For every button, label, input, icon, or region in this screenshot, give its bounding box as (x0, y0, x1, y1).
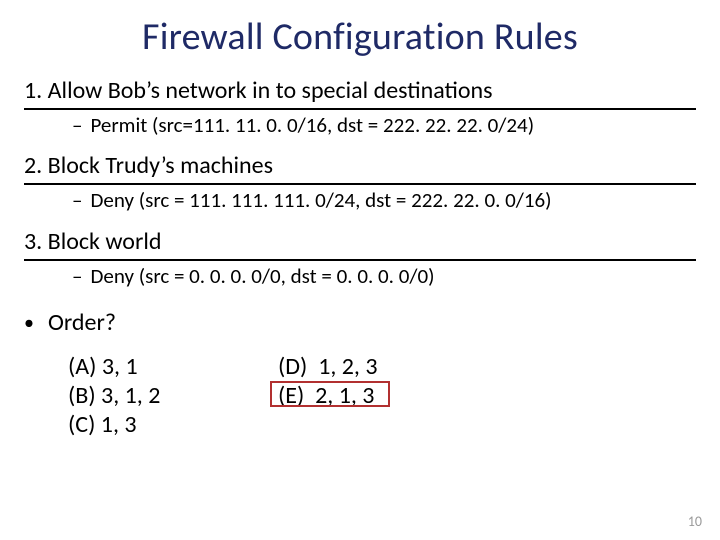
page-number: 10 (688, 513, 702, 530)
option-b: (B) 3, 1, 2 (68, 382, 278, 411)
rule-detail-1: – Permit (src=111. 11. 0. 0/16, dst = 22… (72, 114, 696, 138)
option-d: (D) 1, 2, 3 (278, 353, 478, 382)
rule-heading: Block Trudy’s machines (48, 151, 273, 180)
slide: Firewall Configuration Rules 1. Allow Bo… (0, 0, 720, 540)
option-label: (D) (278, 352, 307, 381)
option-text: 3, 1 (102, 352, 138, 381)
option-a: (A) 3, 1 (68, 353, 278, 382)
rule-detail-2: – Deny (src = 111. 111. 111. 0/24, dst =… (72, 189, 696, 213)
option-text: 1, 3 (101, 410, 137, 439)
rule-heading: Allow Bob’s network in to special destin… (48, 76, 493, 105)
options-col-right: (D) 1, 2, 3 (E) 2, 1, 3 (278, 353, 478, 440)
option-e: (E) 2, 1, 3 (278, 382, 478, 411)
options-col-left: (A) 3, 1 (B) 3, 1, 2 (C) 1, 3 (68, 353, 278, 440)
option-c: (C) 1, 3 (68, 411, 278, 440)
option-label: (A) (68, 352, 96, 381)
rule-item-2: 2. Block Trudy’s machines (24, 153, 696, 185)
rule-detail-3: – Deny (src = 0. 0. 0. 0/0, dst = 0. 0. … (72, 265, 696, 289)
rule-detail-text: Deny (src = 111. 111. 111. 0/24, dst = 2… (90, 189, 551, 213)
rule-item-1: 1. Allow Bob’s network in to special des… (24, 78, 696, 110)
rule-detail-text: Deny (src = 0. 0. 0. 0/0, dst = 0. 0. 0.… (90, 265, 434, 289)
option-label: (E) (278, 381, 304, 410)
question-text: Order? (48, 310, 116, 337)
rule-heading: Block world (48, 227, 162, 256)
dash-icon: – (72, 189, 82, 213)
bullet-icon: • (24, 313, 34, 333)
rule-number: 1. (24, 76, 42, 105)
rule-detail-text: Permit (src=111. 11. 0. 0/16, dst = 222.… (90, 114, 534, 138)
slide-title: Firewall Configuration Rules (24, 14, 696, 60)
option-text: 1, 2, 3 (318, 352, 377, 381)
option-text: 3, 1, 2 (101, 381, 160, 410)
option-label: (B) (68, 381, 96, 410)
option-label: (C) (68, 410, 95, 439)
rule-item-3: 3. Block world (24, 229, 696, 261)
options: (A) 3, 1 (B) 3, 1, 2 (C) 1, 3 (D) 1, 2, … (68, 353, 696, 440)
rule-number: 2. (24, 151, 42, 180)
rule-number: 3. (24, 227, 42, 256)
slide-body: 1. Allow Bob’s network in to special des… (24, 78, 696, 440)
dash-icon: – (72, 265, 82, 289)
question-row: • Order? (24, 310, 696, 337)
dash-icon: – (72, 114, 82, 138)
option-text: 2, 1, 3 (315, 381, 374, 410)
